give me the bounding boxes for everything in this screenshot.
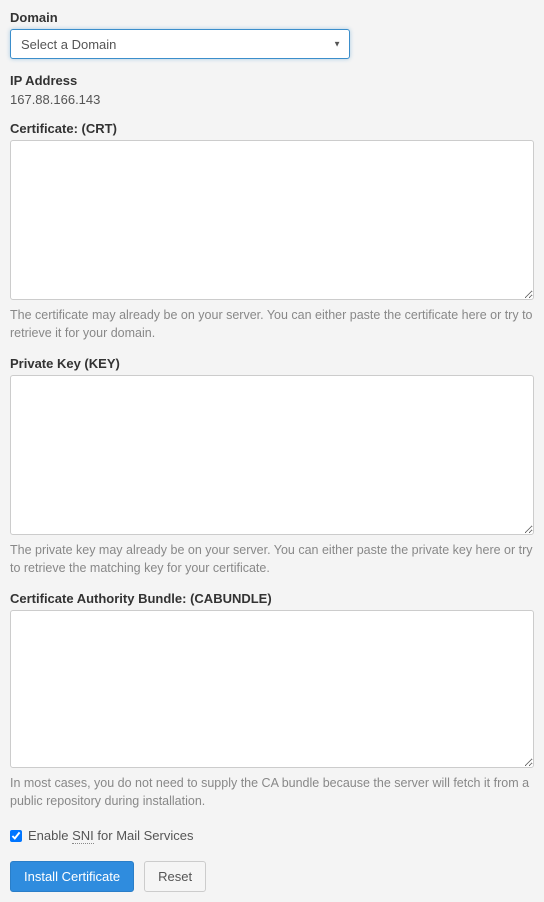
domain-label: Domain: [10, 10, 534, 25]
sni-label-prefix: Enable: [28, 828, 68, 843]
certificate-label: Certificate: (CRT): [10, 121, 534, 136]
certificate-help-text: The certificate may already be on your s…: [10, 307, 534, 342]
private-key-label: Private Key (KEY): [10, 356, 534, 371]
domain-select[interactable]: Select a Domain: [10, 29, 350, 59]
sni-checkbox[interactable]: [10, 830, 22, 842]
sni-abbr: SNI: [72, 828, 94, 844]
ip-address-label: IP Address: [10, 73, 534, 88]
ip-address-value: 167.88.166.143: [10, 92, 534, 107]
sni-checkbox-label[interactable]: Enable SNI for Mail Services: [28, 828, 193, 843]
domain-select-wrapper: Select a Domain ▼: [10, 29, 350, 59]
cabundle-help-text: In most cases, you do not need to supply…: [10, 775, 534, 810]
private-key-help-text: The private key may already be on your s…: [10, 542, 534, 577]
sni-label-suffix: for Mail Services: [97, 828, 193, 843]
sni-checkbox-row: Enable SNI for Mail Services: [10, 828, 534, 843]
cabundle-label: Certificate Authority Bundle: (CABUNDLE): [10, 591, 534, 606]
private-key-textarea[interactable]: [10, 375, 534, 535]
certificate-textarea[interactable]: [10, 140, 534, 300]
cabundle-textarea[interactable]: [10, 610, 534, 768]
button-row: Install Certificate Reset: [10, 861, 534, 892]
reset-button[interactable]: Reset: [144, 861, 206, 892]
install-certificate-button[interactable]: Install Certificate: [10, 861, 134, 892]
